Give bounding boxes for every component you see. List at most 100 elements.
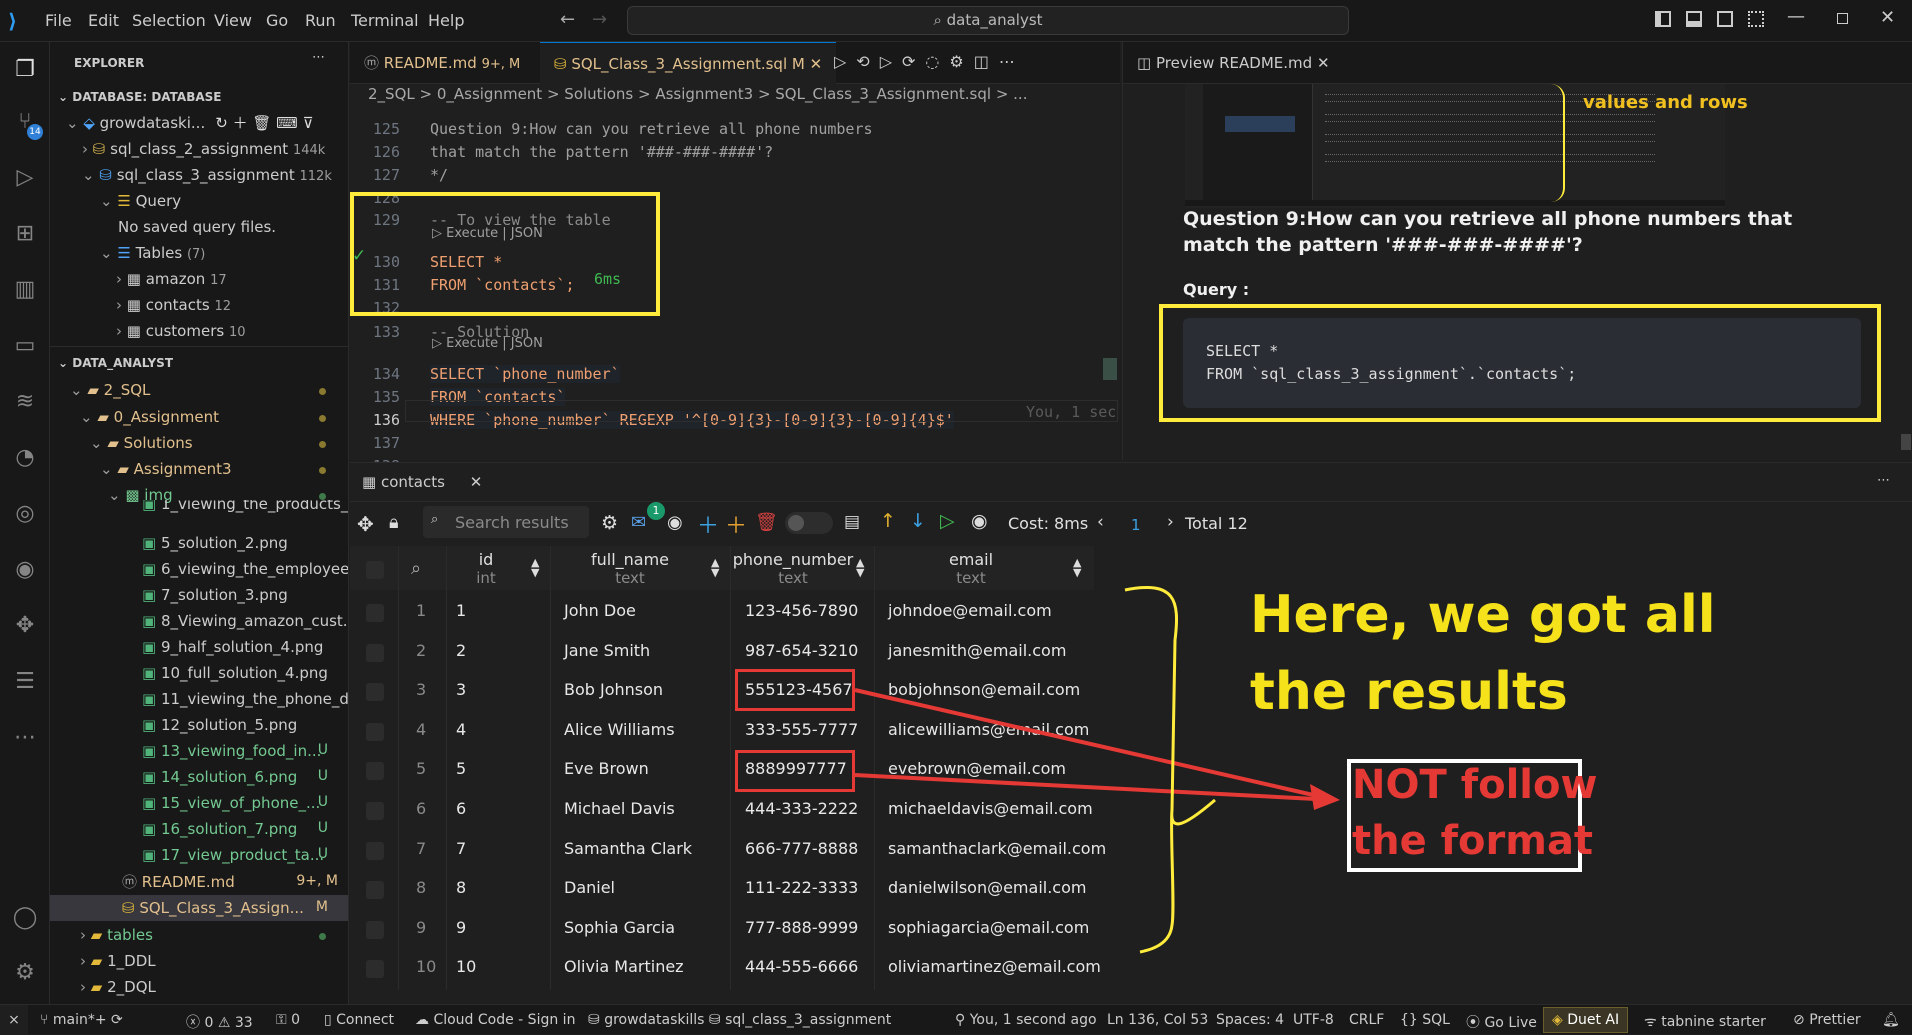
go-live-button[interactable]: ⦿ Go Live bbox=[1466, 1012, 1537, 1032]
editor-actions[interactable]: ▷⟲▷⟳◌⚙◫⋯ bbox=[834, 52, 1025, 71]
column-header[interactable]: phone_number bbox=[730, 550, 856, 569]
settings-icon[interactable]: ⚙ bbox=[601, 512, 618, 534]
codelens-execute[interactable]: ▷ Execute | JSON bbox=[432, 336, 543, 351]
minimap-slider[interactable] bbox=[1103, 358, 1117, 380]
row-checkbox[interactable] bbox=[366, 683, 384, 702]
search-results-input[interactable]: ⌕ Search results bbox=[423, 506, 589, 538]
row-checkbox[interactable] bbox=[366, 802, 384, 820]
connect-button[interactable]: ▯ Connect bbox=[324, 1012, 394, 1028]
folder-item[interactable]: › ▰ 1_DDL bbox=[80, 948, 348, 974]
menu-go[interactable]: Go bbox=[266, 11, 288, 30]
table-cell[interactable]: 7 bbox=[456, 839, 466, 858]
minimize-icon[interactable]: — bbox=[1787, 6, 1805, 27]
ports-indicator[interactable]: ⚿ 0 bbox=[276, 1012, 300, 1028]
folder-item[interactable]: ⌄ ▰ 0_Assignment bbox=[80, 404, 348, 430]
table-cell[interactable]: Daniel bbox=[564, 878, 615, 897]
mail-icon[interactable]: ✉ bbox=[631, 512, 646, 533]
table-cell[interactable]: danielwilson@email.com bbox=[888, 878, 1086, 897]
menu-run[interactable]: Run bbox=[305, 11, 336, 30]
code-line[interactable]: */ bbox=[430, 166, 448, 184]
results-tab[interactable]: ▦ contacts ✕ bbox=[362, 473, 482, 491]
layers-icon[interactable]: ≋ bbox=[9, 386, 41, 418]
tab-sql-active[interactable]: ⛁ SQL_Class_3_Assignment.sql M ✕ bbox=[540, 42, 837, 85]
more-icon[interactable]: ⋯ bbox=[9, 722, 41, 754]
lock-icon[interactable]: 🔒︎ bbox=[389, 512, 399, 533]
table-cell[interactable]: 1 bbox=[456, 601, 466, 620]
row-checkbox[interactable] bbox=[366, 643, 384, 662]
notifications-icon[interactable]: 🔔︎ bbox=[1882, 1012, 1900, 1028]
table-item[interactable]: › ▦ amazon 17 bbox=[116, 266, 348, 292]
remote-explorer-icon[interactable]: ▭ bbox=[9, 330, 41, 362]
sql-file-active[interactable]: ⛁ SQL_Class_3_Assign... bbox=[50, 895, 348, 921]
table-cell[interactable]: Bob Johnson bbox=[564, 680, 663, 699]
table-cell[interactable]: Jane Smith bbox=[564, 641, 650, 660]
folder-item[interactable]: ⌄ ▰ 2_SQL bbox=[70, 377, 348, 403]
explorer-more-icon[interactable]: ⋯ bbox=[312, 50, 325, 65]
table-cell[interactable]: Olivia Martinez bbox=[564, 957, 684, 976]
preview-scrollbar[interactable] bbox=[1901, 434, 1911, 450]
move-icon[interactable]: ✥ bbox=[357, 512, 374, 536]
table-cell[interactable]: johndoe@email.com bbox=[888, 601, 1052, 620]
column-header[interactable]: full_name bbox=[550, 550, 710, 569]
row-checkbox[interactable] bbox=[366, 604, 384, 622]
table-cell[interactable]: John Doe bbox=[564, 601, 636, 620]
query-folder[interactable]: ⌄ ☰ Query bbox=[100, 188, 348, 214]
toggle-sidebar-icon[interactable] bbox=[1655, 11, 1671, 27]
github-icon[interactable]: ◉ bbox=[667, 512, 683, 533]
problems-indicator[interactable]: ⓧ 0 ⚠ 33 bbox=[186, 1012, 253, 1032]
folder-item[interactable]: ⌄ ▰ Solutions bbox=[90, 430, 348, 456]
db-toolbar-icons[interactable]: ↻ ＋ 🗑 ⌨ ⊽ bbox=[215, 114, 313, 132]
folder-item[interactable]: ⌄ ▰ Assignment3 bbox=[100, 456, 348, 482]
table-cell[interactable]: Sophia Garcia bbox=[564, 918, 675, 937]
explorer-icon[interactable]: ❐ bbox=[9, 54, 41, 86]
row-checkbox[interactable] bbox=[366, 722, 384, 741]
sort-icon[interactable]: ▲ ▼ bbox=[856, 557, 864, 578]
menu-terminal[interactable]: Terminal bbox=[351, 11, 419, 30]
table-cell[interactable]: 111-222-3333 bbox=[745, 878, 858, 897]
run-icon[interactable]: ▷ bbox=[940, 510, 955, 532]
search-icon[interactable]: ⌕ bbox=[411, 558, 421, 579]
file-item[interactable]: ▣ 11_viewing_the_phone_d... bbox=[142, 686, 348, 712]
cloud-code-button[interactable]: ☁ Cloud Code - Sign in bbox=[415, 1012, 575, 1028]
toggle-panel-icon[interactable] bbox=[1686, 11, 1702, 27]
file-item[interactable]: ▣ 9_half_solution_4.png bbox=[142, 634, 348, 660]
code-line[interactable]: that match the pattern '###-###-####'? bbox=[430, 143, 773, 161]
source-control-icon[interactable]: ⑂ 14 bbox=[9, 106, 43, 140]
tab-readme[interactable]: ⓜ README.md 9+, M bbox=[350, 42, 534, 84]
table-cell[interactable]: 444-555-6666 bbox=[745, 957, 858, 976]
close-icon[interactable]: ✕ bbox=[810, 55, 823, 73]
table-cell[interactable]: oliviamartinez@email.com bbox=[888, 957, 1101, 976]
table-cell[interactable]: 987-654-3210 bbox=[745, 641, 858, 660]
select-all-checkbox[interactable] bbox=[366, 561, 384, 579]
table-cell[interactable]: 6 bbox=[456, 799, 466, 818]
forward-arrow-icon[interactable]: → bbox=[592, 9, 607, 30]
table-cell[interactable]: 777-888-9999 bbox=[745, 918, 858, 937]
code-line[interactable]: Question 9:How can you retrieve all phon… bbox=[430, 120, 873, 138]
menu-selection[interactable]: Selection bbox=[132, 11, 206, 30]
remote-icon[interactable]: ⨯ bbox=[0, 1005, 28, 1035]
menu-edit[interactable]: Edit bbox=[88, 11, 119, 30]
next-page-icon[interactable]: › bbox=[1167, 512, 1174, 532]
folder-item[interactable]: › ▰ 2_DQL bbox=[80, 974, 348, 1000]
table-cell[interactable]: 10 bbox=[456, 957, 476, 976]
column-header[interactable]: email bbox=[876, 550, 1066, 569]
prev-page-icon[interactable]: ‹ bbox=[1097, 512, 1104, 532]
table-cell[interactable]: 8 bbox=[456, 878, 466, 897]
comment-icon[interactable]: ▤ bbox=[844, 512, 860, 532]
db-item[interactable]: › ⛁ sql_class_2_assignment 144k bbox=[82, 136, 348, 162]
file-item[interactable]: ▣ 7_solution_3.png bbox=[142, 582, 348, 608]
table-cell[interactable]: 123-456-7890 bbox=[745, 601, 858, 620]
row-checkbox[interactable] bbox=[366, 960, 384, 979]
close-window-icon[interactable]: ✕ bbox=[1880, 7, 1895, 28]
file-item[interactable]: ▣ 10_full_solution_4.png bbox=[142, 660, 348, 686]
cursor-position[interactable]: Ln 136, Col 53 bbox=[1107, 1012, 1208, 1028]
code-line[interactable]: SELECT `phone_number` bbox=[430, 365, 620, 383]
table-cell[interactable]: Alice Williams bbox=[564, 720, 675, 739]
command-center-search[interactable]: ⌕ data_analyst bbox=[627, 6, 1349, 35]
add-row-icon[interactable]: ＋ bbox=[697, 508, 719, 540]
column-header[interactable]: id bbox=[446, 550, 526, 569]
file-item[interactable]: ▣ 6_viewing_the_employee... bbox=[142, 556, 348, 582]
table-cell[interactable]: 3 bbox=[456, 680, 466, 699]
extensions-icon[interactable]: ⊞ bbox=[9, 218, 41, 250]
settings-gear-icon[interactable]: ⚙ bbox=[9, 957, 41, 989]
